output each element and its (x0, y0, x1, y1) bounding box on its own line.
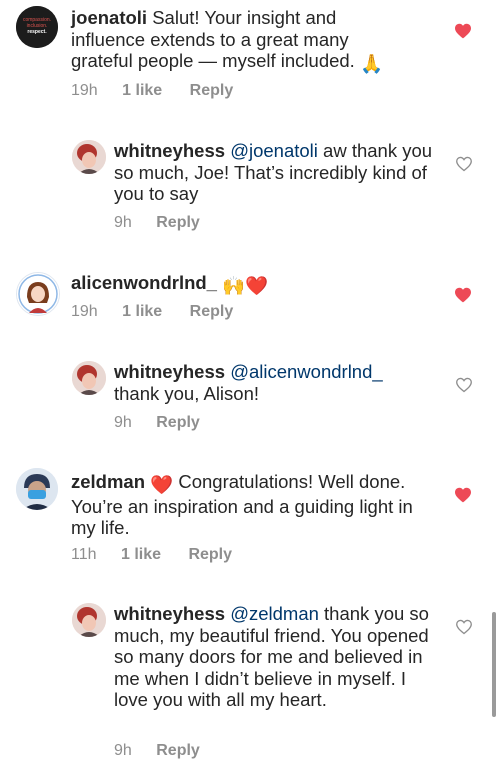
username-link[interactable]: zeldman (71, 471, 145, 492)
vertical-scrollbar[interactable] (492, 612, 496, 717)
comment-text: joenatoli Salut! Your insight and influe… (71, 7, 401, 75)
comment-meta: 19h 1 like Reply (71, 82, 233, 100)
timestamp: 9h (114, 414, 132, 431)
avatar-joenatoli[interactable]: compassion. inclusion. respect. (16, 6, 58, 48)
avatar-zeldman[interactable] (16, 468, 58, 510)
comment-meta: 9h Reply (114, 414, 200, 432)
joenatoli-avatar-image: compassion. inclusion. respect. (16, 6, 58, 48)
zeldman-avatar-image (16, 468, 58, 510)
reply-button[interactable]: Reply (188, 546, 232, 564)
whitneyhess-avatar-image (72, 140, 106, 174)
reply-button[interactable]: Reply (190, 303, 234, 321)
username-link[interactable]: whitneyhess (114, 361, 225, 382)
mention-link[interactable]: @joenatoli (230, 140, 318, 161)
avatar-whitneyhess[interactable] (72, 361, 106, 395)
likes-count-link[interactable]: 1 like (122, 82, 162, 100)
comment-text: whitneyhess @zeldman thank you so much, … (114, 603, 444, 711)
comment-text: whitneyhess @alicenwondrlnd_ thank you, … (114, 361, 444, 404)
username-link[interactable]: joenatoli (71, 7, 147, 28)
comment-meta: 19h 1 like Reply (71, 303, 233, 321)
comment-meta: 11h 1 like Reply (71, 546, 232, 564)
username-link[interactable]: alicenwondrlnd_ (71, 272, 217, 293)
timestamp: 9h (114, 742, 132, 759)
like-heart-icon[interactable] (454, 287, 472, 303)
comment-text: alicenwondrlnd_ 🙌❤️ (71, 272, 401, 297)
timestamp: 9h (114, 214, 132, 231)
reply-button[interactable]: Reply (156, 414, 200, 432)
svg-text:respect.: respect. (27, 29, 47, 35)
username-link[interactable]: whitneyhess (114, 603, 225, 624)
avatar-whitneyhess[interactable] (72, 603, 106, 637)
folded-hands-emoji: 🙏 (359, 53, 384, 74)
whitneyhess-avatar-image (72, 603, 106, 637)
comment-body: thank you, Alison! (114, 382, 260, 404)
comment-text: zeldman ❤️ Congratulations! Well done. Y… (71, 471, 431, 539)
timestamp: 11h (71, 546, 97, 563)
reply-button[interactable]: Reply (156, 214, 200, 232)
reply-button[interactable]: Reply (190, 82, 234, 100)
timestamp: 19h (71, 82, 98, 99)
like-heart-icon[interactable] (454, 23, 472, 39)
mention-link[interactable]: @alicenwondrlnd_ (230, 361, 382, 382)
alicenwondrlnd-avatar-image (17, 273, 59, 315)
raised-hands-heart-emoji: 🙌❤️ (222, 275, 269, 296)
likes-count-link[interactable]: 1 like (122, 303, 162, 321)
whitneyhess-avatar-image (72, 361, 106, 395)
avatar-alicenwondrlnd[interactable] (16, 272, 60, 316)
like-heart-outline-icon[interactable] (455, 377, 473, 393)
like-heart-outline-icon[interactable] (455, 156, 473, 172)
red-heart-emoji: ❤️ (150, 474, 174, 495)
timestamp: 19h (71, 303, 98, 320)
comment-text: whitneyhess @joenatoli aw thank you so m… (114, 140, 444, 205)
likes-count-link[interactable]: 1 like (121, 546, 161, 564)
like-heart-icon[interactable] (454, 487, 472, 503)
comment-meta: 9h Reply (114, 742, 200, 760)
like-heart-outline-icon[interactable] (455, 619, 473, 635)
reply-button[interactable]: Reply (156, 742, 200, 760)
avatar-whitneyhess[interactable] (72, 140, 106, 174)
comment-meta: 9h Reply (114, 214, 200, 232)
username-link[interactable]: whitneyhess (114, 140, 225, 161)
mention-link[interactable]: @zeldman (230, 603, 319, 624)
